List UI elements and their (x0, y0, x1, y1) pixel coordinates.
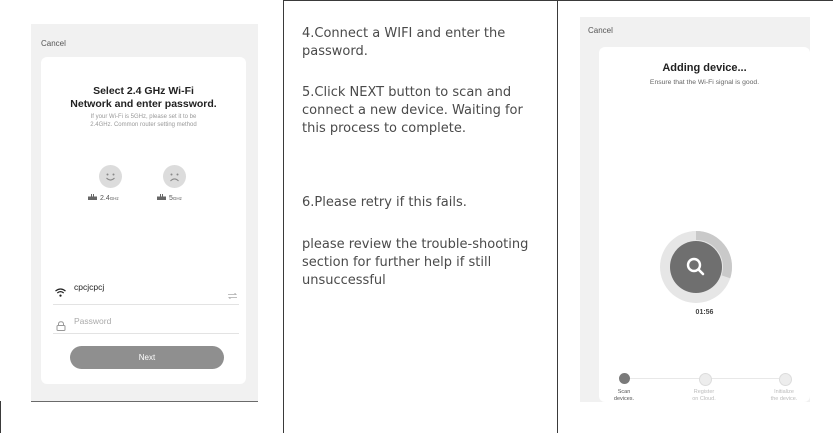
wifi-icon (55, 282, 66, 301)
step-6-text: 6.Please retry if this fails. (302, 195, 467, 210)
cancel-link[interactable]: Cancel (41, 39, 66, 48)
adding-device-card: Adding device... Ensure that the Wi-Fi s… (599, 47, 810, 402)
password-input[interactable]: Password (74, 316, 111, 326)
band-5-unit: GHz (172, 195, 182, 201)
initialize-device-icon (778, 373, 792, 386)
wifi-setup-screen: Cancel Select 2.4 GHz Wi-Fi Network and … (31, 24, 258, 401)
router-icon (88, 194, 97, 202)
band-24ghz: 2.4GHz (88, 194, 119, 202)
adding-device-title: Adding device... (662, 62, 747, 74)
cancel-link[interactable]: Cancel (588, 26, 613, 35)
password-field-divider (53, 333, 239, 334)
happy-face-icon (99, 165, 122, 188)
step-5-text: 5.Click NEXT button to scan and connect … (302, 85, 523, 136)
stage-label: Initialize the device. (770, 389, 798, 402)
scan-progress-ring (660, 231, 732, 303)
troubleshooting-note: please review the trouble-shooting secti… (302, 237, 529, 288)
stage-label: Register on Cloud. (692, 389, 716, 402)
router-icon (157, 194, 166, 202)
sad-face-icon (163, 165, 186, 188)
wifi-hint-line2: 2.4GHz. Common router setting method (90, 122, 197, 128)
wifi-network-name[interactable]: cpcjcpcj (74, 282, 104, 292)
table-top-border (283, 0, 833, 1)
switch-network-icon[interactable] (228, 284, 237, 303)
scan-devices-icon (618, 373, 630, 384)
band-24-unit: GHz (109, 195, 119, 201)
column-divider-1 (283, 0, 284, 433)
adding-device-subtitle: Ensure that the Wi-Fi signal is good. (649, 79, 760, 86)
next-button[interactable]: Next (70, 346, 224, 369)
adding-device-screen: Cancel Adding device... Ensure that the … (580, 17, 810, 402)
screenshot-underline (31, 401, 258, 402)
stage-label: Scan devices. (613, 389, 635, 402)
step-4-text: 4.Connect a WIFI and enter the password. (302, 26, 506, 59)
column-divider-2 (557, 0, 558, 433)
wifi-title-line2: Network and enter password. (70, 98, 217, 110)
band-5ghz: 5GHz (157, 194, 182, 202)
wifi-setup-card: Select 2.4 GHz Wi-Fi Network and enter p… (41, 57, 246, 384)
wifi-title-line1: Select 2.4 GHz Wi-Fi (93, 85, 194, 97)
band-24-label: 2.4 (100, 194, 110, 202)
table-left-border (0, 401, 1, 433)
register-cloud-icon (698, 373, 712, 386)
scan-timer: 01:56 (695, 309, 714, 316)
wifi-field-divider (53, 304, 239, 305)
